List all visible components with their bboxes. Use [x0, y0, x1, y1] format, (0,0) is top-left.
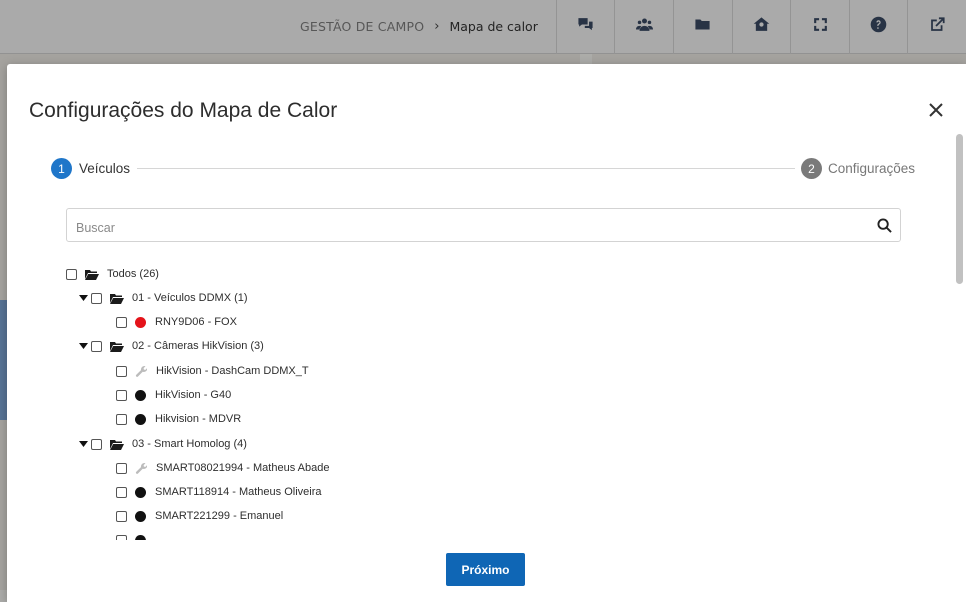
checkbox[interactable]: [116, 413, 127, 425]
status-dot-icon: [135, 510, 146, 522]
close-icon: [929, 103, 943, 117]
wrench-icon: [135, 365, 148, 377]
checkbox[interactable]: [116, 534, 127, 540]
tree-node-label: 03 - Smart Homolog (4): [132, 438, 247, 450]
checkbox[interactable]: [116, 510, 127, 522]
checkbox[interactable]: [91, 438, 102, 450]
tree-node-vehicle: Hikvision - MDVR: [116, 410, 241, 428]
folder-open-icon: [110, 439, 124, 450]
checkbox[interactable]: [66, 268, 77, 280]
tree-node-label: Todos (26): [107, 268, 159, 280]
status-dot-icon: [135, 389, 146, 401]
tree-node-label: SMART08021994 - Matheus Abade: [156, 462, 330, 474]
heatmap-settings-modal: Configurações do Mapa de Calor 1 Veículo…: [7, 64, 966, 602]
tree-node-vehicle: HikVision - DashCam DDMX_T: [116, 362, 309, 380]
tree-node-label: 01 - Veículos DDMX (1): [132, 292, 248, 304]
caret-down-icon[interactable]: [78, 289, 88, 307]
tree-node-vehicle: SMART118914 - Matheus Oliveira: [116, 483, 322, 501]
tree-node-vehicle: SMART08021994 - Matheus Abade: [116, 459, 329, 477]
tree-node-group: 01 - Veículos DDMX (1): [78, 289, 248, 307]
checkbox[interactable]: [91, 292, 102, 304]
tree-node-label: HikVision - G40: [155, 389, 232, 401]
vehicle-tree: Todos (26) 01 - Veículos DDMX (1) RNY9D0…: [66, 262, 926, 540]
tree-node-group: 03 - Smart Homolog (4): [78, 435, 247, 453]
status-dot-icon: [135, 534, 146, 540]
folder-open-icon: [85, 269, 99, 280]
folder-open-icon: [110, 293, 124, 304]
tree-node-label: RNY9D06 - FOX: [155, 316, 237, 328]
tree-node-label: 02 - Câmeras HikVision (3): [132, 340, 264, 352]
tree-node-vehicle-partial: [116, 531, 155, 540]
search-icon[interactable]: [877, 218, 892, 233]
close-button[interactable]: [925, 99, 947, 121]
step-label: Veículos: [79, 161, 131, 176]
tree-node-group: 02 - Câmeras HikVision (3): [78, 337, 264, 355]
caret-down-icon[interactable]: [78, 435, 88, 453]
step-number: 2: [801, 158, 822, 179]
folder-open-icon: [110, 341, 124, 352]
status-dot-icon: [135, 413, 146, 425]
next-button[interactable]: Próximo: [446, 553, 525, 586]
tree-node-root: Todos (26): [66, 265, 159, 283]
status-dot-icon: [135, 486, 146, 498]
checkbox[interactable]: [116, 486, 127, 498]
search-box: [66, 208, 901, 242]
caret-down-icon[interactable]: [78, 337, 88, 355]
checkbox[interactable]: [116, 389, 127, 401]
checkbox[interactable]: [116, 462, 127, 474]
tree-node-label: HikVision - DashCam DDMX_T: [156, 365, 309, 377]
checkbox[interactable]: [116, 316, 127, 328]
tree-node-label: SMART221299 - Emanuel: [155, 510, 284, 522]
tree-node-label: SMART118914 - Matheus Oliveira: [155, 486, 322, 498]
wrench-icon: [135, 462, 148, 474]
stepper-line: [137, 168, 795, 169]
step-number: 1: [51, 158, 72, 179]
search-input[interactable]: [67, 209, 847, 241]
status-dot-icon: [135, 316, 146, 328]
tree-node-vehicle: HikVision - G40: [116, 386, 231, 404]
tree-node-label: Hikvision - MDVR: [155, 413, 242, 425]
tree-node-vehicle: RNY9D06 - FOX: [116, 313, 237, 331]
modal-title: Configurações do Mapa de Calor: [29, 99, 338, 122]
scrollbar-thumb[interactable]: [956, 134, 963, 284]
checkbox[interactable]: [116, 365, 127, 377]
step-label: Configurações: [828, 161, 916, 176]
stepper: 1 Veículos 2 Configurações: [51, 158, 916, 180]
checkbox[interactable]: [91, 340, 102, 352]
tree-node-vehicle: SMART221299 - Emanuel: [116, 507, 283, 525]
